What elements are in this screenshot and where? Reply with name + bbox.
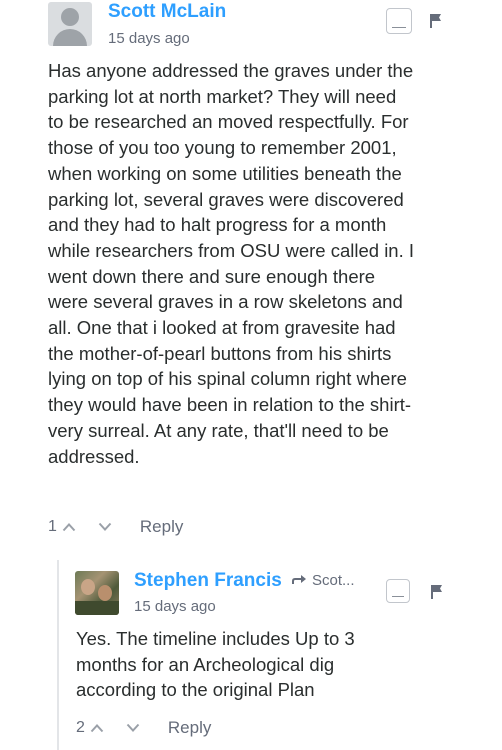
comment-body: Yes. The timeline includes Up to 3 month… <box>76 628 355 701</box>
comment-timestamp[interactable]: 15 days ago <box>134 598 216 615</box>
vote-count: 1 <box>48 518 57 535</box>
avatar[interactable] <box>75 571 119 615</box>
collapse-button[interactable] <box>386 8 412 34</box>
comment-footer: 2 Reply <box>76 718 211 738</box>
comment-timestamp[interactable]: 15 days ago <box>108 30 190 47</box>
reply-button[interactable]: Reply <box>140 517 183 537</box>
avatar-placeholder-icon <box>61 8 79 26</box>
reply-to-indicator[interactable]: Scot... <box>292 572 355 589</box>
reply-to-author: Scot... <box>312 572 355 589</box>
reply-arrow-icon <box>292 575 306 584</box>
thread-indent-line <box>57 560 59 750</box>
vote-count: 2 <box>76 719 85 736</box>
collapse-button[interactable] <box>386 579 410 603</box>
flag-icon[interactable] <box>430 14 442 28</box>
comment-body: Has anyone addressed the graves under th… <box>48 60 415 467</box>
downvote-icon[interactable] <box>126 723 140 733</box>
flag-icon[interactable] <box>431 585 443 599</box>
reply-button[interactable]: Reply <box>168 718 211 738</box>
avatar[interactable] <box>48 2 92 46</box>
comment-author[interactable]: Stephen Francis <box>134 570 282 592</box>
comment-footer: 1 Reply <box>48 517 183 537</box>
downvote-icon[interactable] <box>98 522 112 532</box>
comment-author[interactable]: Scott McLain <box>108 1 226 23</box>
upvote-icon[interactable] <box>90 723 104 733</box>
upvote-icon[interactable] <box>62 522 76 532</box>
